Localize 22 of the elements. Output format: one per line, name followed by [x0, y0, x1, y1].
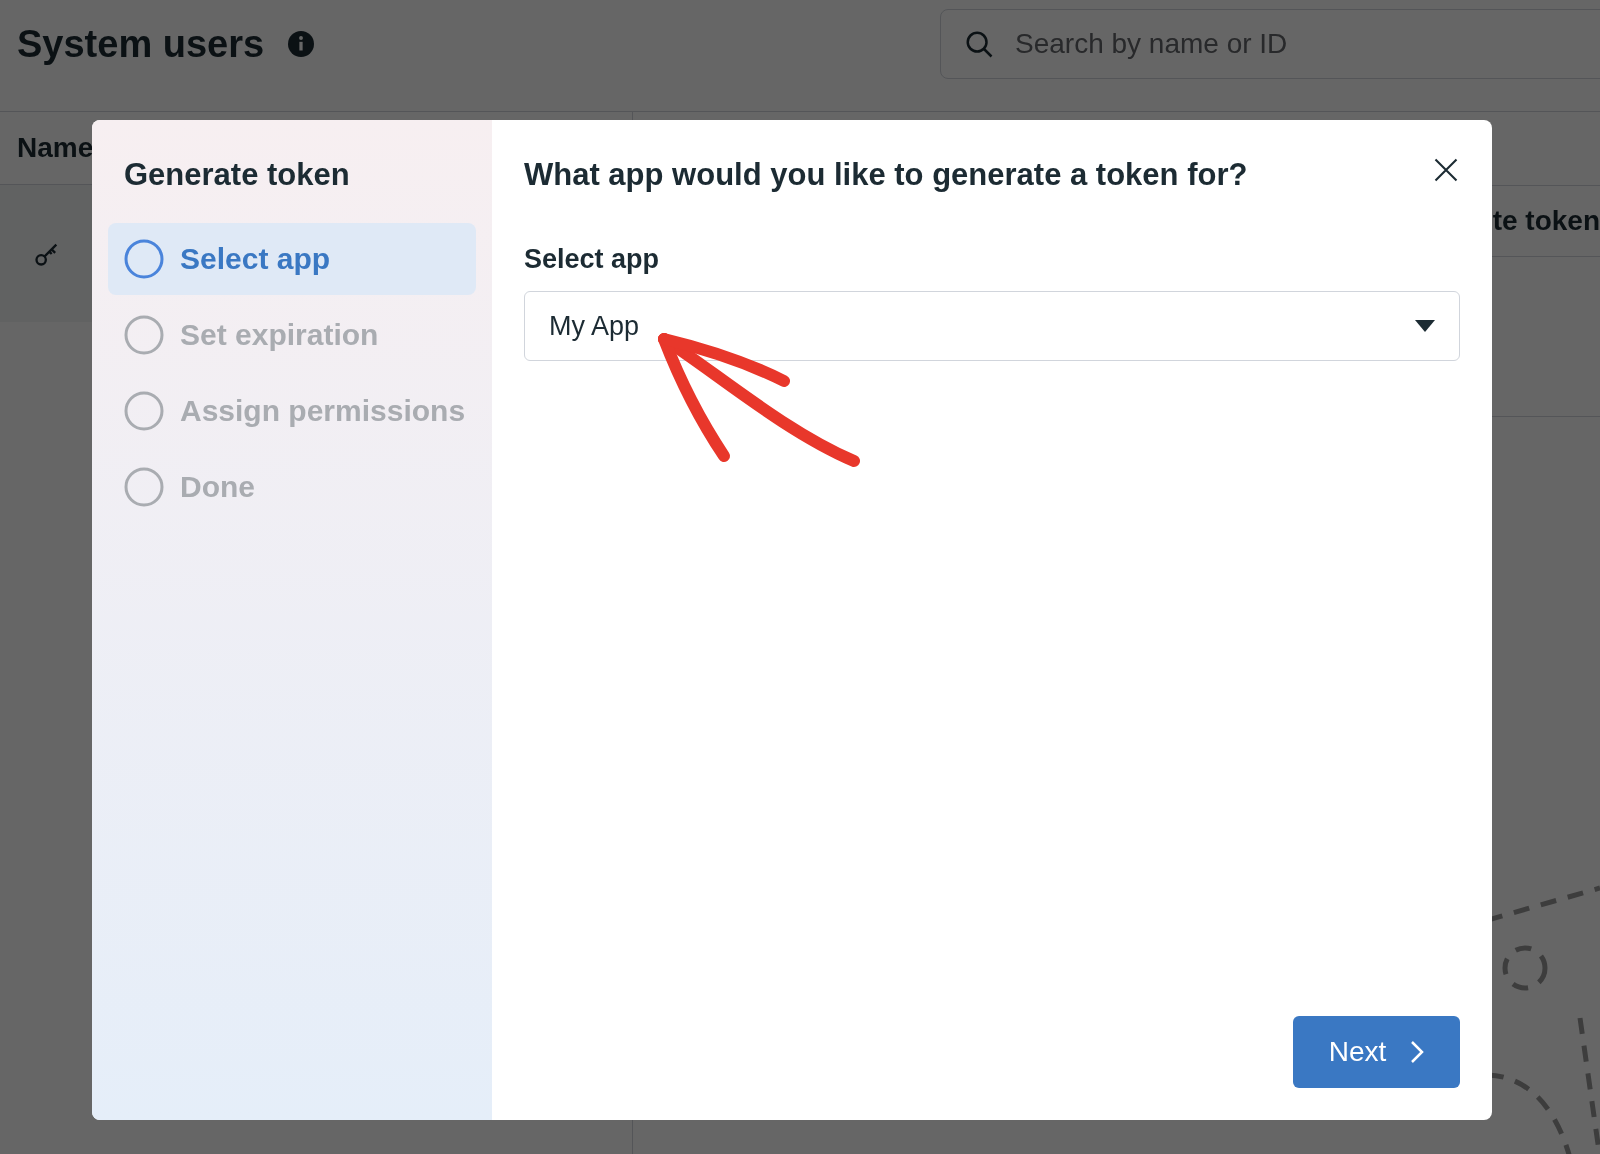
next-button[interactable]: Next: [1293, 1016, 1460, 1088]
search-field[interactable]: Search by name or ID: [940, 9, 1600, 79]
step-item[interactable]: Set expiration: [108, 298, 476, 371]
search-icon: [964, 29, 994, 59]
generate-token-link[interactable]: te token: [1492, 200, 1600, 242]
step-circle-icon: [124, 466, 164, 507]
dialog-heading: What app would you like to generate a token for?: [524, 156, 1248, 194]
chevron-right-icon: [1410, 1040, 1425, 1064]
step-item[interactable]: Done: [108, 450, 476, 523]
step-item[interactable]: Assign permissions: [108, 374, 476, 447]
close-icon[interactable]: [1432, 156, 1460, 184]
step-circle-icon: [124, 314, 164, 355]
info-icon: [288, 31, 315, 57]
field-label: Select app: [524, 242, 661, 276]
step-circle-icon: [124, 390, 164, 431]
page-title: System users: [17, 21, 265, 67]
caret-icon: [1415, 320, 1435, 332]
step-item[interactable]: Select app: [108, 222, 476, 295]
dialog-title: Generate token: [123, 156, 351, 194]
column-header: Name: [17, 131, 94, 165]
step-circle-icon: [124, 238, 164, 279]
app-dropdown[interactable]: My App: [524, 291, 1460, 361]
